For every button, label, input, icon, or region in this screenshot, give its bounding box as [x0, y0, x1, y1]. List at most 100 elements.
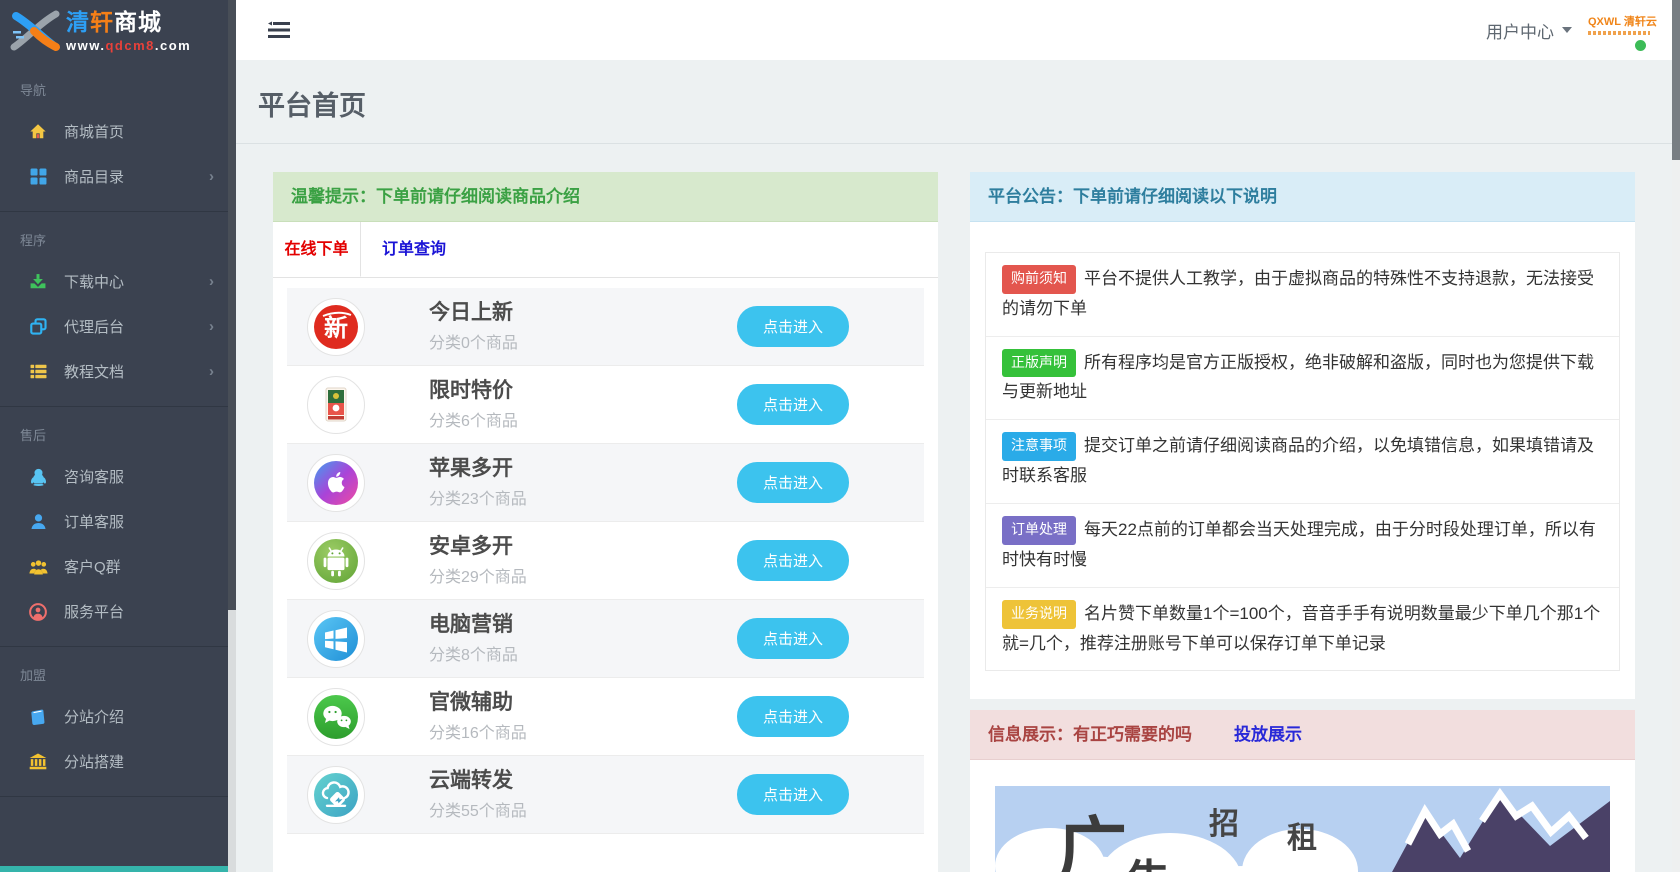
category-name: 官微辅助 — [429, 690, 527, 715]
tab-order-query[interactable]: 订单查询 — [361, 222, 467, 277]
doc-list-icon — [28, 363, 48, 381]
chevron-right-icon: › — [209, 363, 214, 380]
wechat-icon — [307, 688, 365, 746]
mini-brand-slogan — [1588, 31, 1650, 35]
enter-category-button[interactable]: 点击进入 — [737, 618, 849, 659]
category-text: 电脑营销分类8个商品 — [429, 612, 518, 664]
notice-tag: 购前须知 — [1002, 265, 1076, 294]
bank-icon — [28, 753, 48, 771]
sidebar-item-agent-windows[interactable]: 代理后台› — [0, 304, 236, 349]
sidebar-item-label: 下载中心 — [64, 271, 124, 292]
nav-section: 程序下载中心›代理后台›教程文档› — [0, 212, 236, 407]
ad-char-gao: 告 — [1125, 856, 1171, 872]
category-count: 分类0个商品 — [429, 329, 518, 353]
nav-section-label: 程序 — [0, 212, 236, 259]
notice-tag: 注意事项 — [1002, 432, 1076, 461]
nav-section-label: 加盟 — [0, 647, 236, 694]
nav-section: 导航商城首页商品目录› — [0, 62, 236, 212]
category-row: 苹果多开分类23个商品 点击进入 — [287, 444, 924, 522]
enter-category-button[interactable]: 点击进入 — [737, 462, 849, 503]
order-tabs: 在线下单 订单查询 — [273, 222, 938, 278]
ad-banner[interactable]: 广 告 招 租 — [995, 786, 1610, 872]
category-name: 今日上新 — [429, 300, 518, 325]
ad-panel-header: 信息展示：有正巧需要的吗 投放展示 — [970, 710, 1635, 760]
sidebar-item-label: 订单客服 — [64, 511, 124, 532]
sidebar-item-grid[interactable]: 商品目录› — [0, 154, 236, 199]
sidebar-item-label: 分站介绍 — [64, 706, 124, 727]
download-icon — [28, 273, 48, 291]
nav-section: 售后咨询客服订单客服客户Q群服务平台 — [0, 407, 236, 647]
brand-logo[interactable]: 清轩商城 www.qdcm8.com — [0, 0, 236, 62]
sidebar-item-qq-penguin[interactable]: 咨询客服 — [0, 454, 236, 499]
qq-penguin-icon — [28, 468, 48, 486]
announcement-header: 平台公告：下单前请仔细阅读以下说明 — [970, 172, 1635, 222]
category-count: 分类8个商品 — [429, 641, 518, 665]
category-count: 分类23个商品 — [429, 485, 527, 509]
category-name: 安卓多开 — [429, 534, 527, 559]
category-count: 分类29个商品 — [429, 563, 527, 587]
category-text: 官微辅助分类16个商品 — [429, 690, 527, 742]
sidebar-item-doc-list[interactable]: 教程文档› — [0, 349, 236, 394]
topbar: 用户中心 QXWL 清轩云 — [236, 0, 1672, 60]
book-icon — [28, 708, 48, 726]
notice-text: 名片赞下单数量1个=100个，音音手手有说明数量最少下单几个那1个就=几个，推荐… — [1002, 604, 1600, 653]
category-row: 新 今日上新分类0个商品 点击进入 — [287, 288, 924, 366]
sidebar-item-label: 商城首页 — [64, 121, 124, 142]
sidebar: 清轩商城 www.qdcm8.com 导航商城首页商品目录›程序下载中心›代理后… — [0, 0, 236, 872]
sidebar-nav: 导航商城首页商品目录›程序下载中心›代理后台›教程文档›售后咨询客服订单客服客户… — [0, 62, 236, 797]
ad-panel: 信息展示：有正巧需要的吗 投放展示 广 告 招 租 — [970, 710, 1635, 872]
title-divider — [236, 143, 1672, 144]
service-circle-icon — [28, 603, 48, 621]
android-icon — [307, 532, 365, 590]
category-text: 安卓多开分类29个商品 — [429, 534, 527, 586]
enter-category-button[interactable]: 点击进入 — [737, 384, 849, 425]
category-row: 安卓多开分类29个商品 点击进入 — [287, 522, 924, 600]
nav-section-label: 售后 — [0, 407, 236, 454]
online-status-dot — [1635, 40, 1646, 51]
category-count: 分类16个商品 — [429, 719, 527, 743]
sidebar-toggle-icon[interactable] — [268, 21, 290, 39]
mini-brand-logo[interactable]: QXWL 清轩云 — [1588, 13, 1650, 51]
sidebar-item-service-circle[interactable]: 服务平台 — [0, 589, 236, 634]
agent-windows-icon — [28, 318, 48, 336]
sidebar-item-label: 咨询客服 — [64, 466, 124, 487]
order-panel: 温馨提示：下单前请仔细阅读商品介绍 在线下单 订单查询 新今日上新分类0个商品点… — [273, 172, 938, 872]
category-text: 云端转发分类55个商品 — [429, 768, 527, 820]
page-title: 平台首页 — [258, 84, 366, 123]
ad-char-zu: 租 — [1287, 822, 1317, 855]
brand-url: www.qdcm8.com — [66, 39, 191, 52]
enter-category-button[interactable]: 点击进入 — [737, 540, 849, 581]
sidebar-item-bank[interactable]: 分站搭建 — [0, 739, 236, 784]
tab-online-order[interactable]: 在线下单 — [273, 222, 361, 277]
category-text: 苹果多开分类23个商品 — [429, 456, 527, 508]
windows-icon — [307, 610, 365, 668]
category-name: 苹果多开 — [429, 456, 527, 481]
ad-placement-link[interactable]: 投放展示 — [1234, 710, 1302, 760]
sidebar-item-users-group[interactable]: 客户Q群 — [0, 544, 236, 589]
notice-text: 所有程序均是官方正版授权，绝非破解和盗版，同时也为您提供下载与更新地址 — [1002, 353, 1594, 402]
order-panel-header: 温馨提示：下单前请仔细阅读商品介绍 — [273, 172, 938, 222]
category-name: 电脑营销 — [429, 612, 518, 637]
enter-category-button[interactable]: 点击进入 — [737, 696, 849, 737]
sidebar-item-home[interactable]: 商城首页 — [0, 109, 236, 154]
enter-category-button[interactable]: 点击进入 — [737, 306, 849, 347]
sidebar-scrollbar[interactable] — [228, 0, 236, 872]
enter-category-button[interactable]: 点击进入 — [737, 774, 849, 815]
new-badge-icon: 新 — [307, 298, 365, 356]
user-center-menu[interactable]: 用户中心 — [1486, 18, 1572, 43]
sidebar-item-user[interactable]: 订单客服 — [0, 499, 236, 544]
category-text: 今日上新分类0个商品 — [429, 300, 518, 352]
mini-brand-text: QXWL 清轩云 — [1588, 13, 1650, 29]
category-row: 电脑营销分类8个商品 点击进入 — [287, 600, 924, 678]
notice-tag: 业务说明 — [1002, 600, 1076, 629]
notice-text: 提交订单之前请仔细阅读商品的介绍，以免填错信息，如果填错请及时联系客服 — [1002, 436, 1594, 485]
brand-title: 清轩商城 — [66, 11, 191, 34]
sidebar-item-download[interactable]: 下载中心› — [0, 259, 236, 304]
page-scrollbar[interactable] — [1672, 0, 1680, 872]
sidebar-item-book[interactable]: 分站介绍 — [0, 694, 236, 739]
category-text: 限时特价分类6个商品 — [429, 378, 518, 430]
nav-section: 加盟分站介绍分站搭建 — [0, 647, 236, 797]
sidebar-item-label: 客户Q群 — [64, 556, 121, 577]
chevron-down-icon — [1562, 27, 1572, 33]
brand-swoosh-icon — [10, 9, 62, 53]
